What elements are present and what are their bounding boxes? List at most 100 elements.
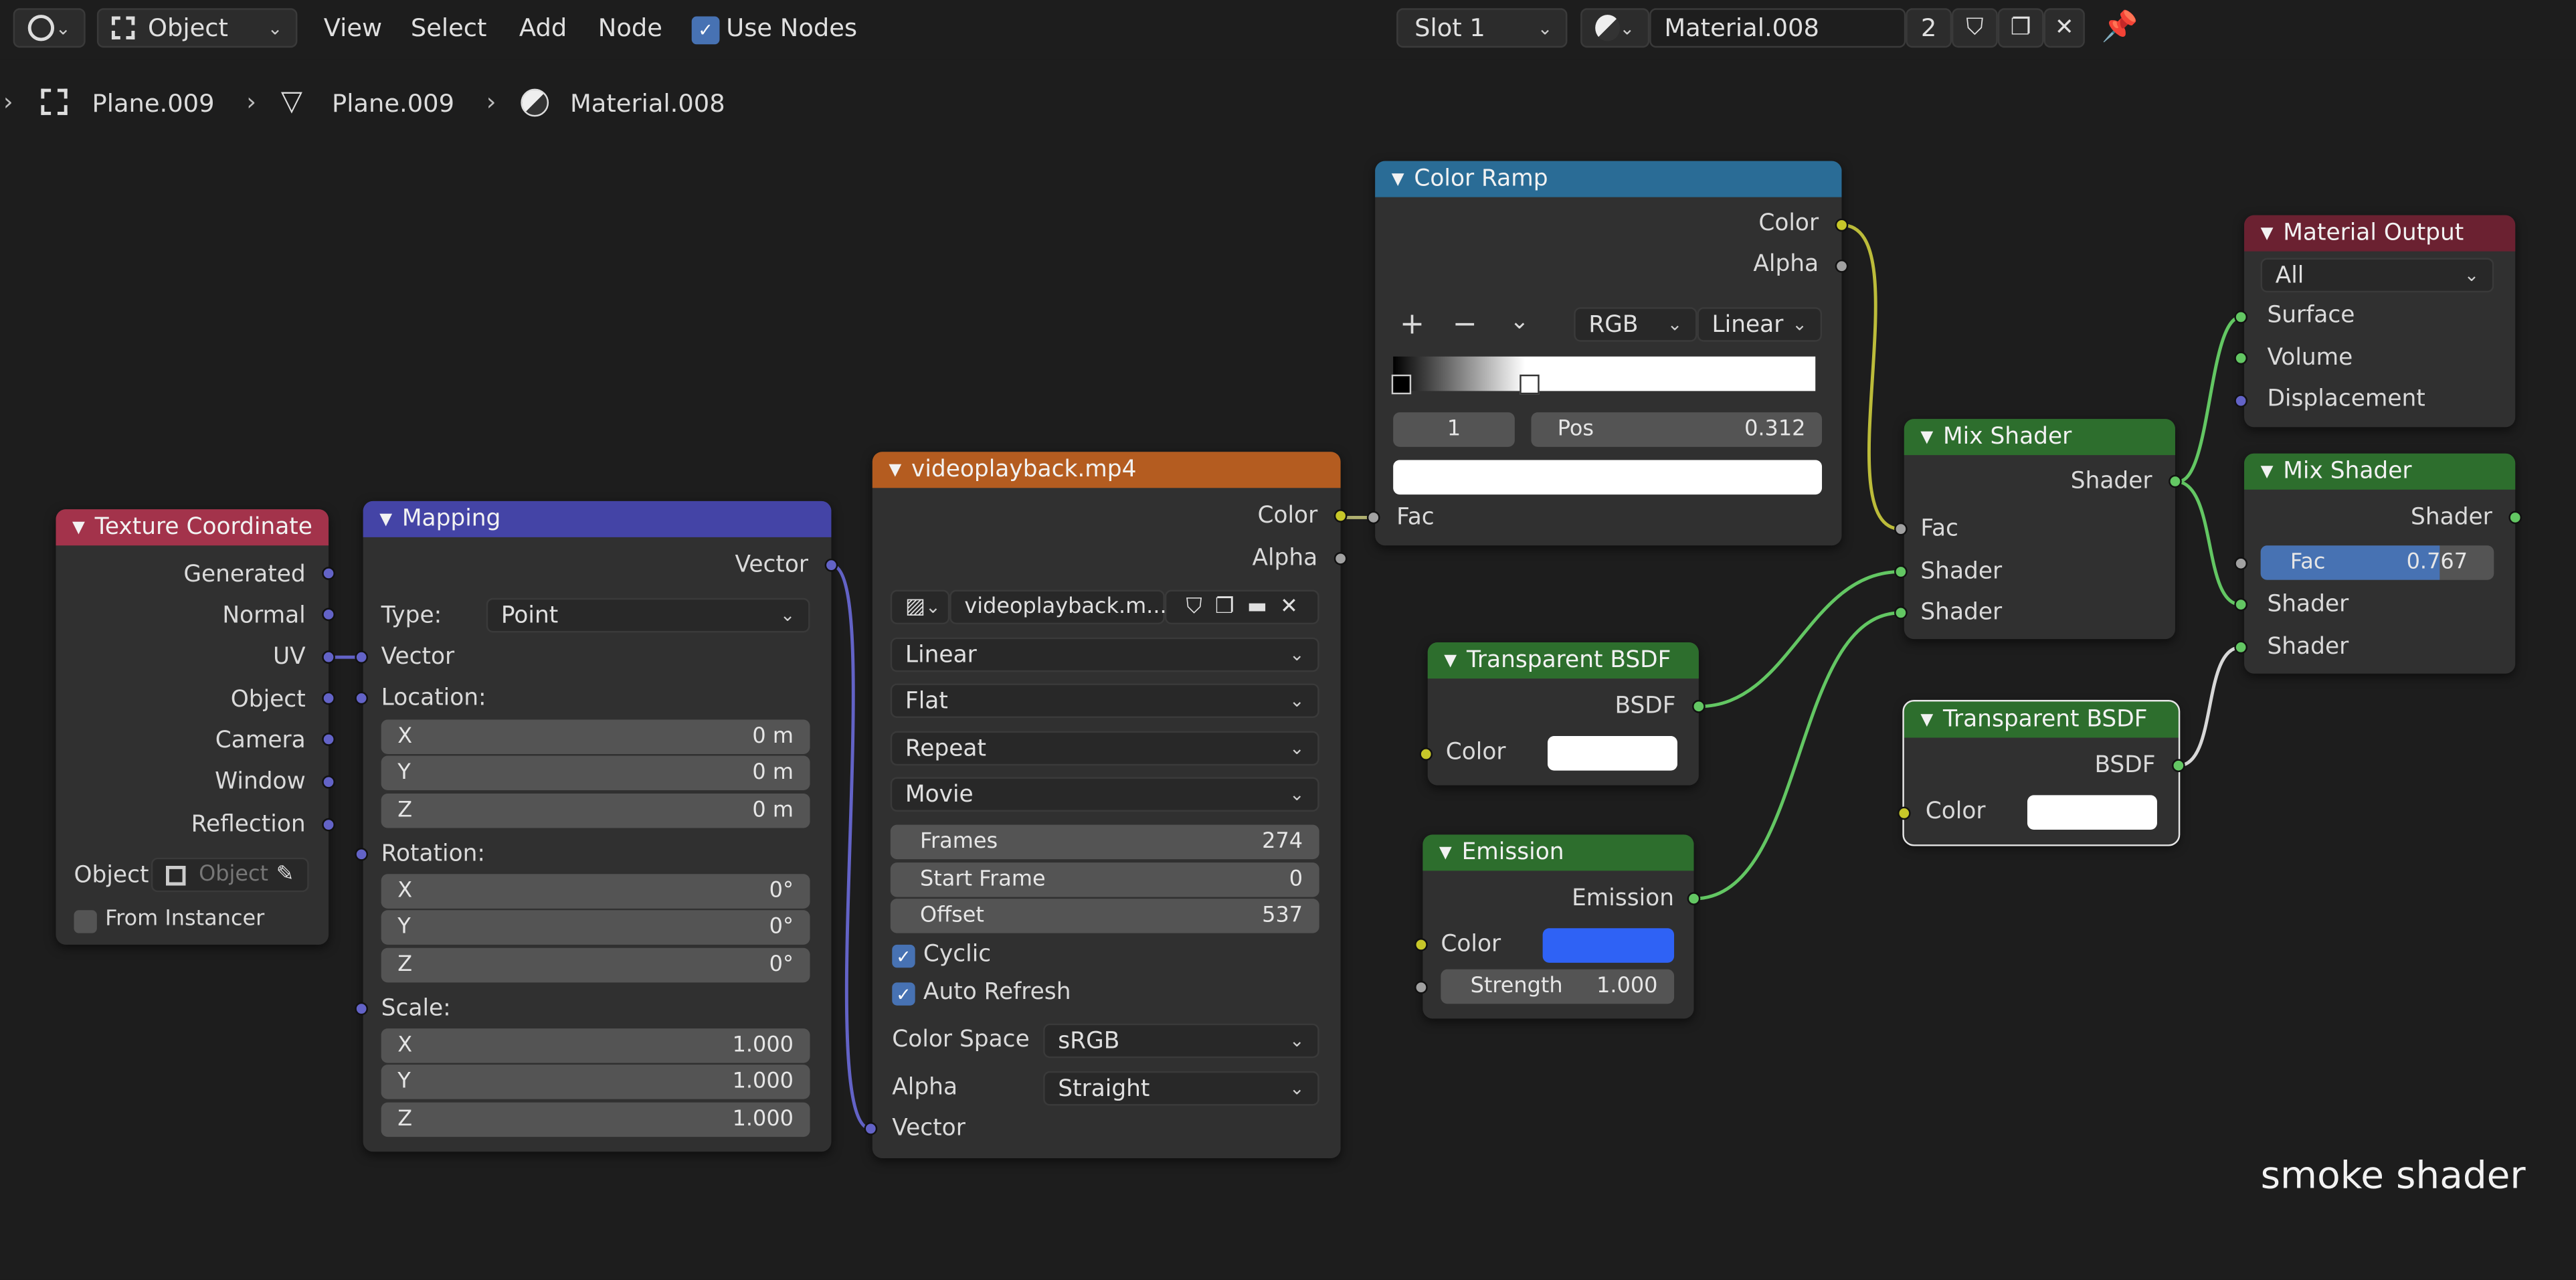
socket-video-out-alpha[interactable] [1333, 552, 1348, 565]
mapping-node[interactable]: ▼ Mapping Vector Type: Point ⌄ Vector Lo… [363, 500, 832, 1152]
socket-mix1-out[interactable] [2169, 474, 2182, 488]
socket-normal[interactable] [322, 608, 335, 622]
collapse-icon[interactable]: ▼ [2261, 462, 2274, 480]
ramp-color-mode-dropdown[interactable]: RGB ⌄ [1574, 307, 1697, 342]
node-header[interactable]: ▼ Texture Coordinate [56, 509, 329, 546]
alpha-mode-dropdown[interactable]: Straight ⌄ [1043, 1071, 1319, 1106]
socket-ramp-out-color[interactable] [1835, 218, 1849, 232]
socket-ramp-in-fac[interactable] [1366, 511, 1380, 525]
folder-icon[interactable]: ▬ [1247, 595, 1267, 620]
source-dropdown[interactable]: Movie ⌄ [890, 777, 1319, 812]
emission-color-swatch[interactable] [1542, 928, 1675, 963]
extension-dropdown[interactable]: Repeat ⌄ [890, 731, 1319, 766]
ramp-stop-white[interactable] [1520, 374, 1540, 395]
add-stop-button[interactable]: + [1400, 307, 1424, 342]
socket-output-volume[interactable] [2234, 351, 2247, 365]
socket-reflection[interactable] [322, 818, 335, 832]
socket-camera[interactable] [322, 733, 335, 746]
node-editor[interactable]: ⌄ Object ⌄ View Select Add Node ✓ Use No… [0, 0, 2576, 1280]
rotation-y-field[interactable]: Y 0° [381, 910, 810, 945]
emission-node[interactable]: ▼ Emission Emission Color Strength 1.000 [1422, 834, 1694, 1019]
color-swatch[interactable] [2027, 795, 2157, 830]
collapse-icon[interactable]: ▼ [1439, 844, 1452, 862]
scale-y-field[interactable]: Y 1.000 [381, 1065, 810, 1099]
texture-coordinate-node[interactable]: ▼ Texture Coordinate Generated Normal UV… [56, 509, 329, 945]
stop-position-field[interactable]: Pos 0.312 [1531, 412, 1823, 447]
socket-mix2-in-shader2[interactable] [2234, 640, 2247, 654]
collapse-icon[interactable]: ▼ [1444, 652, 1457, 670]
collapse-icon[interactable]: ▼ [1920, 711, 1933, 729]
transparent-bsdf-node-selected[interactable]: ▼ Transparent BSDF BSDF Color [1902, 700, 2181, 846]
chevron-down-icon[interactable]: ⌄ [1510, 309, 1530, 335]
object-picker-field[interactable]: Object ✎ [151, 857, 309, 893]
socket-mix1-in-shader1[interactable] [1894, 565, 1908, 579]
socket-output-surface[interactable] [2234, 310, 2247, 324]
socket-mix1-in-fac[interactable] [1894, 522, 1908, 536]
node-header[interactable]: ▼ Transparent BSDF [1427, 642, 1699, 679]
socket-mapping-in-vector[interactable] [355, 650, 369, 664]
node-header[interactable]: ▼ Mapping [363, 500, 832, 537]
socket-uv[interactable] [322, 650, 335, 664]
socket-transparent2-out-bsdf[interactable] [2172, 759, 2185, 773]
node-header[interactable]: ▼ Material Output [2244, 215, 2516, 252]
image-texture-node[interactable]: ▼ videoplayback.mp4 Color Alpha ▨ ⌄ video… [872, 452, 1341, 1159]
collapse-icon[interactable]: ▼ [379, 510, 392, 528]
collapse-icon[interactable]: ▼ [72, 519, 85, 537]
socket-rotation[interactable] [355, 847, 369, 861]
projection-dropdown[interactable]: Flat ⌄ [890, 683, 1319, 719]
socket-video-in-vector[interactable] [864, 1122, 878, 1135]
rotation-z-field[interactable]: Z 0° [381, 947, 810, 983]
color-ramp-node[interactable]: ▼ Color Ramp Color Alpha + − ⌄ RGB ⌄ Line… [1375, 161, 1842, 546]
stop-index-field[interactable]: 1 [1393, 412, 1515, 447]
interpolation-dropdown[interactable]: Linear ⌄ [890, 637, 1319, 672]
socket-location[interactable] [355, 691, 369, 705]
ramp-interpolation-dropdown[interactable]: Linear ⌄ [1697, 307, 1823, 342]
remove-stop-button[interactable]: − [1453, 307, 1477, 342]
color-swatch[interactable] [1547, 736, 1677, 771]
transparent-bsdf-node[interactable]: ▼ Transparent BSDF BSDF Color [1427, 642, 1699, 786]
collapse-icon[interactable]: ▼ [1920, 428, 1933, 446]
image-browse-button[interactable]: ▨ ⌄ [890, 589, 950, 625]
mix-shader-node[interactable]: ▼ Mix Shader Shader Fac Shader Shader [1904, 419, 2175, 640]
location-x-field[interactable]: X 0 m [381, 719, 810, 755]
socket-mix2-in-fac[interactable] [2234, 557, 2247, 571]
strength-field[interactable]: Strength 1.000 [1441, 969, 1675, 1004]
stop-color-swatch[interactable] [1393, 460, 1823, 495]
node-header[interactable]: ▼ Emission [1422, 834, 1694, 871]
socket-mapping-out-vector[interactable] [824, 558, 838, 572]
rotation-x-field[interactable]: X 0° [381, 874, 810, 909]
socket-mix2-in-shader1[interactable] [2234, 598, 2247, 612]
shield-icon[interactable]: ⛉ [1186, 595, 1202, 620]
node-header[interactable]: ▼ Color Ramp [1375, 161, 1842, 197]
auto-refresh-checkbox[interactable]: ✓ [892, 982, 915, 1006]
node-header[interactable]: ▼ Transparent BSDF [1904, 701, 2179, 738]
socket-mix1-in-shader2[interactable] [1894, 606, 1908, 620]
socket-transparent1-in-color[interactable] [1419, 747, 1433, 761]
image-name-field[interactable]: videoplayback.m... [949, 589, 1167, 625]
socket-object[interactable] [322, 691, 335, 705]
socket-scale[interactable] [355, 1002, 369, 1016]
node-header[interactable]: ▼ Mix Shader [1904, 419, 2175, 456]
socket-transparent2-in-color[interactable] [1897, 806, 1911, 820]
location-z-field[interactable]: Z 0 m [381, 793, 810, 828]
render-target-dropdown[interactable]: All ⌄ [2260, 258, 2494, 293]
color-ramp-gradient[interactable] [1393, 356, 1816, 391]
socket-transparent1-out-bsdf[interactable] [1692, 700, 1706, 713]
socket-ramp-out-alpha[interactable] [1835, 259, 1849, 273]
close-icon[interactable]: ✕ [1280, 595, 1298, 620]
collapse-icon[interactable]: ▼ [1392, 170, 1404, 188]
socket-generated[interactable] [322, 567, 335, 580]
location-y-field[interactable]: Y 0 m [381, 755, 810, 791]
eyedropper-icon[interactable]: ✎ [276, 862, 294, 887]
from-instancer-checkbox[interactable] [74, 910, 97, 933]
cyclic-checkbox[interactable]: ✓ [892, 944, 915, 968]
scale-x-field[interactable]: X 1.000 [381, 1028, 810, 1063]
collapse-icon[interactable]: ▼ [2261, 224, 2274, 242]
socket-video-out-color[interactable] [1333, 509, 1348, 523]
scale-z-field[interactable]: Z 1.000 [381, 1102, 810, 1137]
ramp-stop-black[interactable] [1391, 374, 1412, 395]
socket-emission-out[interactable] [1687, 892, 1701, 905]
color-space-dropdown[interactable]: sRGB ⌄ [1043, 1023, 1319, 1059]
socket-emission-in-strength[interactable] [1414, 980, 1428, 994]
offset-field[interactable]: Offset 537 [890, 899, 1319, 933]
